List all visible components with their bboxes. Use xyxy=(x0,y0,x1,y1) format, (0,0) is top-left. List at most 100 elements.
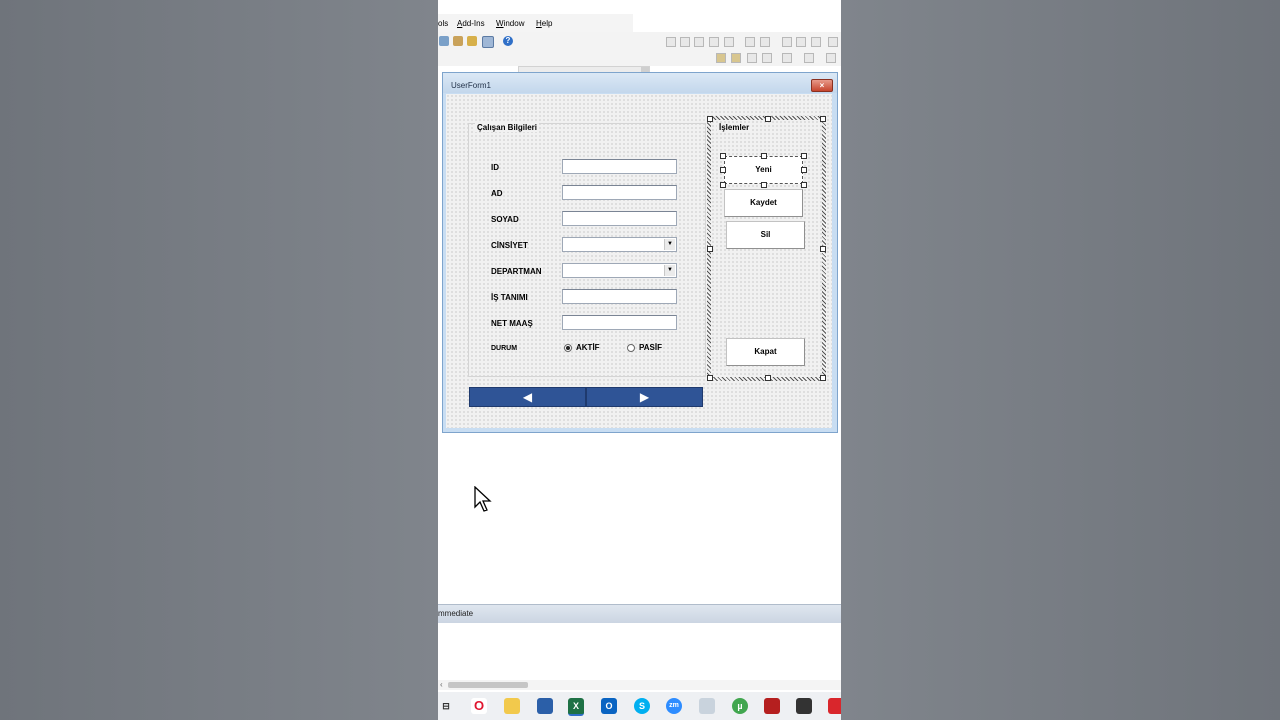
frame-resize-handle[interactable] xyxy=(820,375,826,381)
frame-resize-handle[interactable] xyxy=(765,116,771,122)
radio-unselected-icon xyxy=(627,343,635,352)
cinsiyet-combobox[interactable]: ▼ xyxy=(562,237,677,252)
radio-pasif-label: PASİF xyxy=(639,343,662,352)
store-icon[interactable] xyxy=(537,698,553,714)
userform-titlebar[interactable]: UserForm1 × xyxy=(443,73,837,93)
prev-bookmark-icon[interactable] xyxy=(828,37,838,47)
list-constants-icon[interactable] xyxy=(709,37,719,47)
is-tanimi-input[interactable] xyxy=(562,289,677,304)
help-icon[interactable]: ? xyxy=(503,36,513,46)
resize-handle[interactable] xyxy=(761,182,767,188)
resize-handle[interactable] xyxy=(801,182,807,188)
resize-handle[interactable] xyxy=(720,182,726,188)
ungroup-icon[interactable] xyxy=(762,53,772,63)
radio-selected-icon xyxy=(564,343,572,352)
triangle-right-icon: ▶ xyxy=(639,390,650,404)
radio-pasif[interactable]: PASİF xyxy=(627,343,662,352)
userform-icon[interactable] xyxy=(439,36,449,46)
kaydet-button[interactable]: Kaydet xyxy=(724,189,803,217)
frame-employee-info[interactable]: Çalışan Bilgileri ID AD SOYAD CİNSİYET ▼… xyxy=(468,123,706,377)
comment-block-icon[interactable] xyxy=(760,37,770,47)
app-icon[interactable] xyxy=(764,698,780,714)
utorrent-icon[interactable]: µ xyxy=(732,698,748,714)
chevron-down-icon[interactable]: ▼ xyxy=(664,239,675,250)
group-icon[interactable] xyxy=(747,53,757,63)
close-button[interactable]: × xyxy=(811,79,833,92)
scrollbar-thumb[interactable] xyxy=(448,682,528,688)
label-ad: AD xyxy=(491,189,503,198)
horizontal-scrollbar[interactable]: ‹ xyxy=(438,680,841,690)
outdent-icon[interactable] xyxy=(680,37,690,47)
label-soyad: SOYAD xyxy=(491,215,519,224)
menu-addins[interactable]: Add-Ins xyxy=(457,19,485,28)
bring-to-front-icon[interactable] xyxy=(716,53,726,63)
indent-icon[interactable] xyxy=(666,37,676,47)
departman-combobox[interactable]: ▼ xyxy=(562,263,677,278)
userform-canvas[interactable]: Çalışan Bilgileri ID AD SOYAD CİNSİYET ▼… xyxy=(446,94,832,428)
ad-input[interactable] xyxy=(562,185,677,200)
frame-resize-handle[interactable] xyxy=(707,375,713,381)
mouse-cursor-icon xyxy=(474,486,492,512)
bookmark-icon[interactable] xyxy=(796,37,806,47)
frame-resize-handle[interactable] xyxy=(820,116,826,122)
frame-operations[interactable]: İşlemler Yeni Kaydet Sil Kapat xyxy=(707,116,826,381)
triangle-left-icon: ◀ xyxy=(522,390,533,404)
scroll-left-icon[interactable]: ‹ xyxy=(440,680,443,689)
app-red-icon[interactable] xyxy=(828,698,841,714)
id-input[interactable] xyxy=(562,159,677,174)
file-explorer-icon[interactable] xyxy=(504,698,520,714)
toggle-breakpoint-icon[interactable] xyxy=(745,37,755,47)
background-left xyxy=(0,0,438,720)
outlook-icon[interactable]: O xyxy=(601,698,617,714)
toolbar-standard: ? xyxy=(438,32,841,81)
menu-addins-label: dd-Ins xyxy=(462,19,485,28)
previous-button[interactable]: ◀ xyxy=(469,387,586,407)
opera-icon[interactable]: O xyxy=(471,698,487,714)
menu-tools[interactable]: ols xyxy=(438,19,448,28)
menu-help[interactable]: Help xyxy=(536,19,552,28)
video-app-icon[interactable] xyxy=(796,698,812,714)
frame-resize-handle[interactable] xyxy=(820,246,826,252)
frame-employee-info-label: Çalışan Bilgileri xyxy=(475,123,540,132)
list-properties-icon[interactable] xyxy=(694,37,704,47)
soyad-input[interactable] xyxy=(562,211,677,226)
resize-handle[interactable] xyxy=(801,167,807,173)
skype-icon[interactable]: S xyxy=(634,698,650,714)
send-to-back-icon[interactable] xyxy=(731,53,741,63)
menu-window-label: indow xyxy=(503,19,525,28)
frame-resize-handle[interactable] xyxy=(707,246,713,252)
tool-icon[interactable] xyxy=(699,698,715,714)
center-icon[interactable] xyxy=(804,53,814,63)
background-right xyxy=(841,0,1280,720)
zoom-icon[interactable]: zm xyxy=(666,698,682,714)
next-bookmark-icon[interactable] xyxy=(811,37,821,47)
radio-aktif[interactable]: AKTİF xyxy=(564,343,600,352)
task-view-icon[interactable]: ⊟ xyxy=(438,698,454,714)
resize-handle[interactable] xyxy=(761,153,767,159)
resize-handle[interactable] xyxy=(801,153,807,159)
immediate-window-titlebar[interactable]: mmediate xyxy=(438,604,841,623)
menu-window[interactable]: Window xyxy=(496,19,524,28)
net-maas-input[interactable] xyxy=(562,315,677,330)
resize-handle[interactable] xyxy=(720,153,726,159)
chevron-down-icon[interactable]: ▼ xyxy=(664,265,675,276)
toolbox-icon[interactable] xyxy=(482,36,494,48)
uncomment-block-icon[interactable] xyxy=(782,37,792,47)
resize-handle[interactable] xyxy=(720,167,726,173)
frame-resize-handle[interactable] xyxy=(707,116,713,122)
label-cinsiyet: CİNSİYET xyxy=(491,241,528,250)
excel-icon[interactable]: X xyxy=(568,698,584,716)
close-icon: × xyxy=(819,81,825,90)
properties-icon[interactable] xyxy=(467,36,477,46)
make-same-size-icon[interactable] xyxy=(826,53,836,63)
kapat-button[interactable]: Kapat xyxy=(726,338,805,366)
frame-resize-handle[interactable] xyxy=(765,375,771,381)
align-icon[interactable] xyxy=(782,53,792,63)
userform-title: UserForm1 xyxy=(451,81,492,90)
yeni-button[interactable]: Yeni xyxy=(724,156,803,184)
menu-help-label: elp xyxy=(541,19,553,28)
project-explorer-icon[interactable] xyxy=(453,36,463,46)
next-button[interactable]: ▶ xyxy=(586,387,703,407)
sil-button[interactable]: Sil xyxy=(726,221,805,249)
quick-info-icon[interactable] xyxy=(724,37,734,47)
